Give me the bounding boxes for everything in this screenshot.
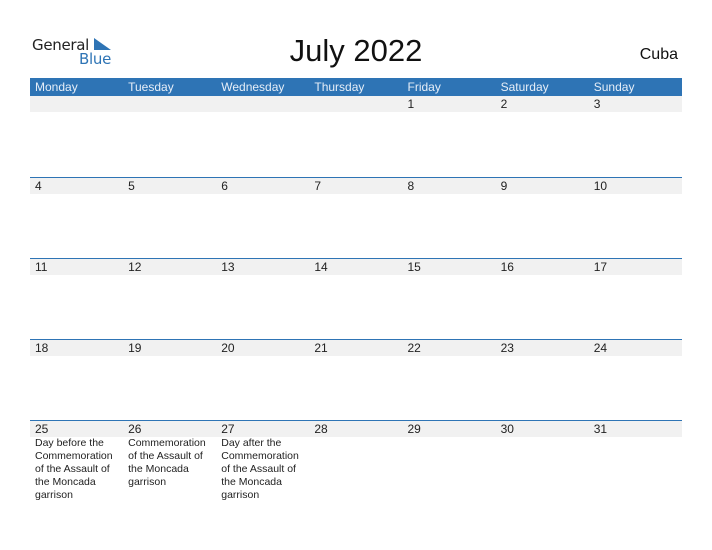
day-number: 29 (407, 422, 421, 436)
day-number: 8 (407, 179, 415, 193)
week-row: 4 5 6 7 8 9 10 (30, 177, 682, 258)
weekday-saturday: Saturday (500, 80, 549, 94)
weekday-wednesday: Wednesday (221, 80, 285, 94)
day-number (30, 96, 123, 112)
day-number: 10 (593, 179, 608, 193)
day-number: 22 (407, 341, 421, 355)
day-number: 28 (314, 422, 328, 436)
day-number: 16 (500, 260, 514, 274)
date-band: 4 5 6 7 8 9 10 (30, 178, 682, 194)
day-number: 19 (128, 341, 142, 355)
weekday-thursday: Thursday (314, 80, 365, 94)
day-number: 30 (500, 422, 514, 436)
weekday-friday: Friday (407, 80, 441, 94)
day-number: 20 (221, 341, 235, 355)
day-number: 21 (314, 341, 328, 355)
day-number: 23 (500, 341, 514, 355)
week-row: 25 26 27 28 29 30 31 Day before the Commemorati… (30, 420, 682, 501)
day-number (216, 96, 309, 112)
holiday-note (309, 437, 402, 502)
day-number: 26 (128, 422, 142, 436)
day-number: 2 (500, 97, 508, 111)
day-number: 31 (593, 422, 608, 436)
week-row: 18 19 20 21 22 23 24 (30, 339, 682, 420)
week-row: 11 12 13 14 15 16 17 (30, 258, 682, 339)
weekday-sunday: Sunday (593, 80, 635, 94)
weekday-monday: Monday (35, 80, 78, 94)
holiday-note: Commemoration of the Assault of the Monc… (128, 437, 206, 488)
holiday-note: Day before the Commemoration of the Assa… (35, 437, 113, 501)
calendar-title: July 2022 (289, 33, 423, 68)
weekday-header: Monday Tuesday Wednesday Thursday Friday… (30, 78, 682, 96)
date-band: 11 12 13 14 15 16 17 (30, 259, 682, 275)
day-number: 25 (35, 422, 49, 436)
day-number: 13 (221, 260, 235, 274)
week-row: 1 2 3 (30, 96, 682, 177)
date-band: 25 26 27 28 29 30 31 (30, 421, 682, 437)
day-number (123, 96, 216, 112)
weekday-tuesday: Tuesday (128, 80, 174, 94)
holiday-note: Day after the Commemoration of the Assau… (221, 437, 299, 501)
calendar-grid: Monday Tuesday Wednesday Thursday Friday… (30, 78, 682, 501)
day-number: 3 (593, 97, 601, 111)
day-number: 11 (35, 260, 48, 274)
day-number: 4 (35, 179, 42, 193)
day-number: 27 (221, 422, 235, 436)
day-number: 24 (593, 341, 608, 355)
day-number: 12 (128, 260, 142, 274)
day-number (309, 96, 402, 112)
date-band: 1 2 3 (30, 96, 682, 112)
day-number: 14 (314, 260, 328, 274)
day-number: 6 (221, 179, 228, 193)
day-number: 9 (500, 179, 508, 193)
day-number: 18 (35, 341, 49, 355)
holiday-notes: Day before the Commemoration of the Assa… (30, 437, 682, 502)
day-number: 1 (407, 97, 415, 111)
day-number: 5 (128, 179, 135, 193)
country-label: Cuba (639, 46, 678, 63)
holiday-note (589, 437, 682, 502)
holiday-note (403, 437, 496, 502)
day-number: 17 (593, 260, 608, 274)
day-number: 7 (314, 179, 322, 193)
day-number: 15 (407, 260, 421, 274)
date-band: 18 19 20 21 22 23 24 (30, 340, 682, 356)
holiday-note (496, 437, 589, 502)
